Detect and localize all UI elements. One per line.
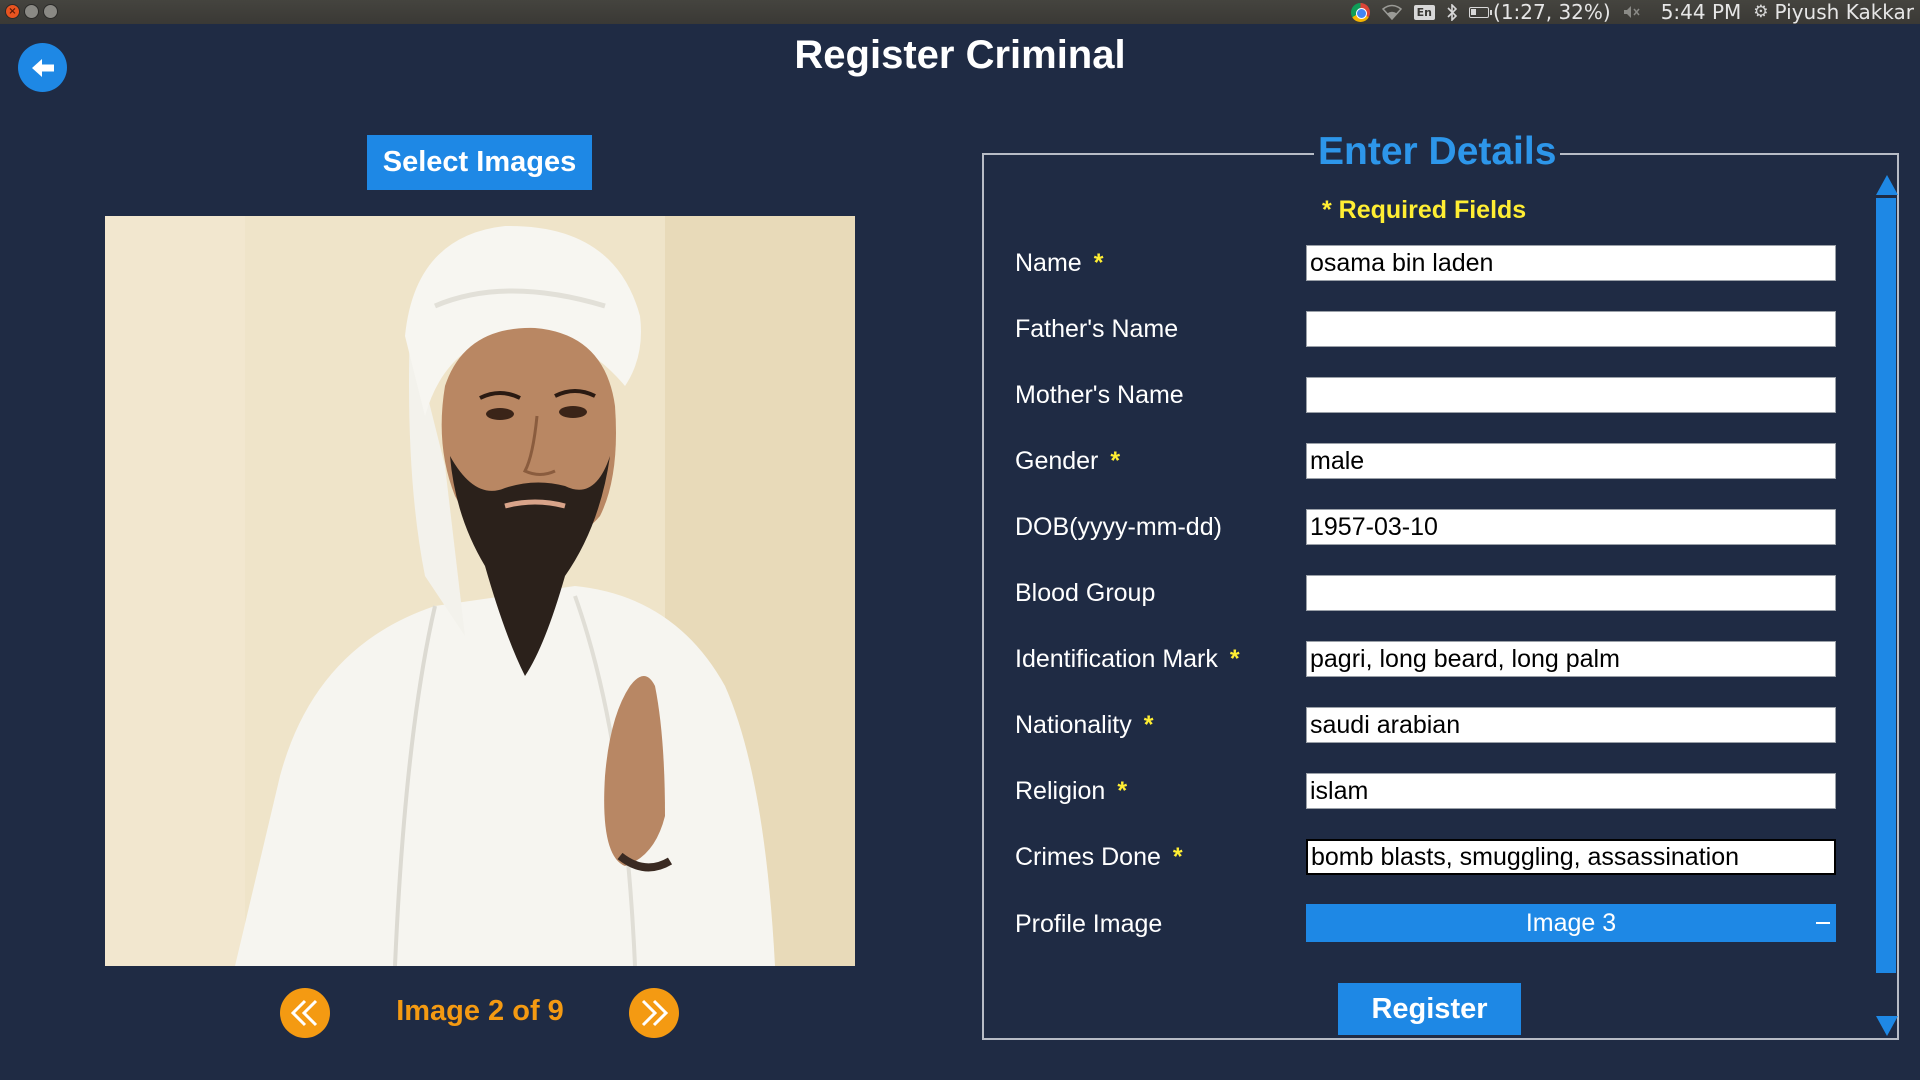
- form-row-identification-mark: Identification Mark *: [1015, 641, 1836, 677]
- field-label: DOB(yyyy-mm-dd): [1015, 513, 1222, 541]
- select-images-button[interactable]: Select Images: [367, 135, 592, 190]
- required-fields-note: * Required Fields: [1322, 196, 1527, 224]
- settings-gear-icon[interactable]: ⚙: [1753, 2, 1768, 22]
- dob-field[interactable]: [1306, 509, 1836, 545]
- double-chevron-right-icon: [641, 999, 669, 1027]
- form-row-profile-image: Profile Image Image 3: [1015, 904, 1836, 942]
- system-tray: En (1:27, 32%) 5:44 PM ⚙ Piyush Kakkar: [1350, 0, 1914, 24]
- mothers-name-field[interactable]: [1306, 377, 1836, 413]
- form-row-gender: Gender *: [1015, 443, 1836, 479]
- field-label: Profile Image: [1015, 910, 1163, 938]
- image-counter: Image 2 of 9: [396, 995, 564, 1027]
- window-close-button[interactable]: ×: [5, 4, 20, 19]
- field-label: Gender *: [1015, 447, 1121, 475]
- bluetooth-icon[interactable]: [1447, 3, 1458, 21]
- profile-image-select[interactable]: Image 3: [1306, 904, 1836, 942]
- crimes-done-field[interactable]: [1306, 839, 1836, 875]
- fieldset-legend: Enter Details: [1314, 128, 1561, 176]
- identification-mark-field[interactable]: [1306, 641, 1836, 677]
- form-row-fathers-name: Father's Name: [1015, 311, 1836, 347]
- required-star: *: [1229, 645, 1240, 673]
- profile-image-selected-value: Image 3: [1525, 909, 1617, 937]
- name-field[interactable]: [1306, 245, 1836, 281]
- field-label: Nationality *: [1015, 711, 1154, 739]
- scroll-up-arrow-icon[interactable]: [1876, 175, 1898, 195]
- required-star: *: [1110, 447, 1121, 475]
- blood-group-field[interactable]: [1306, 575, 1836, 611]
- fathers-name-field[interactable]: [1306, 311, 1836, 347]
- field-label: Crimes Done *: [1015, 843, 1183, 871]
- gender-field[interactable]: [1306, 443, 1836, 479]
- form-row-nationality: Nationality *: [1015, 707, 1836, 743]
- clock[interactable]: 5:44 PM: [1661, 0, 1742, 24]
- religion-field[interactable]: [1306, 773, 1836, 809]
- criminal-photo: [105, 216, 855, 966]
- form-row-name: Name *: [1015, 245, 1836, 281]
- window-maximize-button[interactable]: [43, 4, 58, 19]
- form-row-mothers-name: Mother's Name: [1015, 377, 1836, 413]
- keyboard-layout-icon[interactable]: En: [1413, 4, 1436, 20]
- field-label: Father's Name: [1015, 315, 1179, 343]
- form-row-crimes-done: Crimes Done *: [1015, 839, 1836, 875]
- required-star: *: [1117, 777, 1128, 805]
- double-chevron-left-icon: [290, 999, 318, 1027]
- option-menu-indicator-icon: [1816, 922, 1830, 924]
- wifi-icon[interactable]: [1381, 4, 1402, 20]
- system-top-panel: × En (1:27, 32%) 5:44 PM ⚙ Piyush Kakkar: [0, 0, 1920, 24]
- required-star: *: [1143, 711, 1154, 739]
- next-image-button[interactable]: [629, 988, 679, 1038]
- field-label: Identification Mark *: [1015, 645, 1240, 673]
- form-row-blood-group: Blood Group: [1015, 575, 1836, 611]
- form-row-religion: Religion *: [1015, 773, 1836, 809]
- battery-icon[interactable]: [1469, 6, 1493, 18]
- required-star: *: [1172, 843, 1183, 871]
- battery-status-text[interactable]: (1:27, 32%): [1493, 0, 1611, 24]
- previous-image-button[interactable]: [280, 988, 330, 1038]
- form-row-dob: DOB(yyyy-mm-dd): [1015, 509, 1836, 545]
- register-button[interactable]: Register: [1338, 983, 1521, 1035]
- field-label: Blood Group: [1015, 579, 1156, 607]
- window-minimize-button[interactable]: [24, 4, 39, 19]
- field-label: Name *: [1015, 249, 1104, 277]
- user-name[interactable]: Piyush Kakkar: [1775, 0, 1914, 24]
- volume-icon[interactable]: [1623, 5, 1641, 19]
- page-title: Register Criminal: [794, 33, 1126, 77]
- field-label: Mother's Name: [1015, 381, 1184, 409]
- scrollbar-thumb[interactable]: [1876, 198, 1896, 973]
- field-label: Religion *: [1015, 777, 1128, 805]
- required-star: *: [1093, 249, 1104, 277]
- scroll-down-arrow-icon[interactable]: [1876, 1016, 1898, 1036]
- nationality-field[interactable]: [1306, 707, 1836, 743]
- chrome-icon[interactable]: [1350, 2, 1370, 22]
